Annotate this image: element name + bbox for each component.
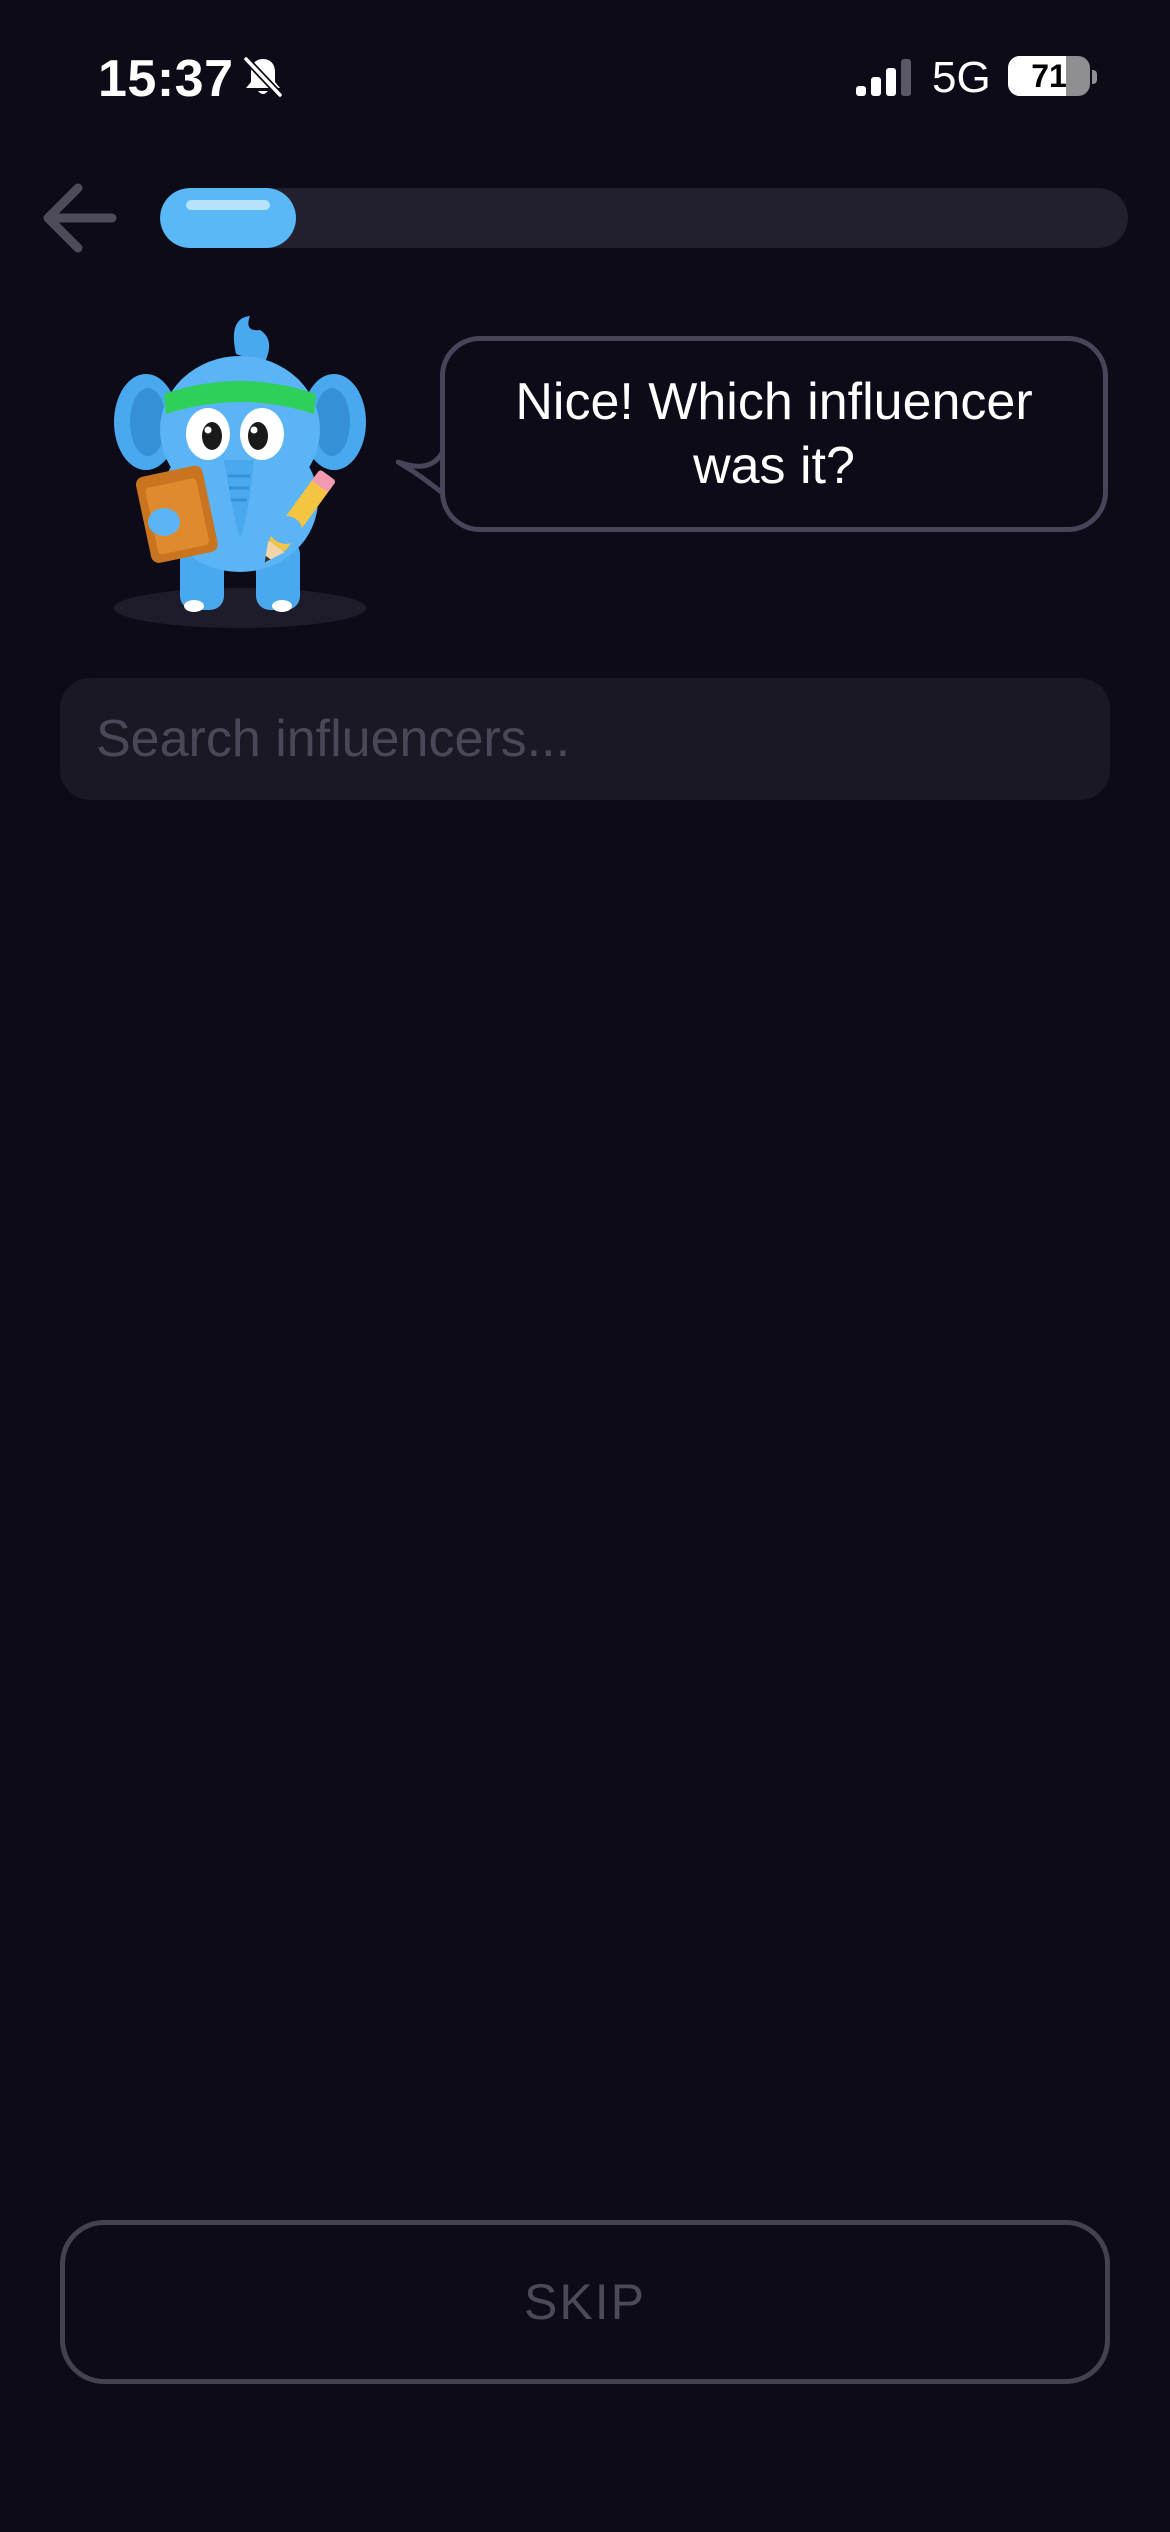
progress-highlight: [186, 200, 270, 210]
skip-label: SKIP: [524, 2274, 646, 2330]
battery-percent: 71: [1031, 58, 1067, 94]
signal-bar: [871, 77, 881, 96]
skip-button[interactable]: SKIP: [60, 2220, 1110, 2384]
status-time: 15:37: [98, 50, 234, 108]
signal-bar: [856, 86, 866, 96]
bell-slash-icon: [242, 55, 284, 99]
back-arrow-icon[interactable]: [34, 176, 124, 266]
search-input[interactable]: [96, 709, 1074, 769]
network-type: 5G: [932, 53, 991, 102]
search-field[interactable]: [60, 678, 1110, 800]
cellular-signal-icon: [856, 59, 911, 96]
elephant-mascot-icon: [114, 316, 366, 628]
signal-bar: [886, 68, 896, 96]
prompt-message: Nice! Which influencer was it?: [515, 373, 1033, 495]
progress-fill: [160, 188, 296, 248]
battery-tip: [1092, 70, 1097, 84]
signal-bar: [901, 59, 911, 96]
speech-bubble: Nice! Which influencer was it?: [440, 336, 1108, 532]
battery-icon: 71: [1008, 56, 1090, 96]
progress-bar: [160, 188, 1128, 248]
